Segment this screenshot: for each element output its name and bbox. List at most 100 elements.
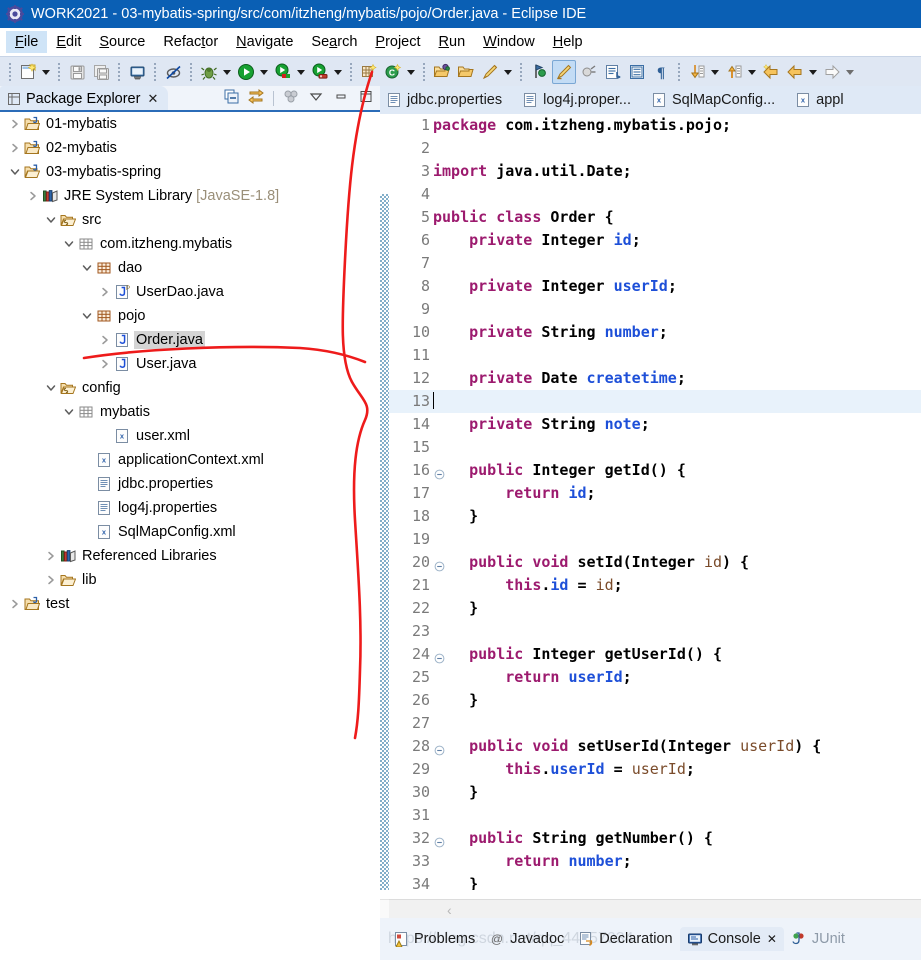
tree-item-sqlmapconfig-xml[interactable]: x SqlMapConfig.xml <box>0 520 380 544</box>
quick-fix-dropdown-icon[interactable] <box>502 61 513 83</box>
bottom-tab-declaration[interactable]: Declaration <box>571 927 679 951</box>
tree-item-02-mybatis[interactable]: 02-mybatis <box>0 136 380 160</box>
print-icon[interactable] <box>126 61 148 83</box>
tree-item-user-xml[interactable]: x user.xml <box>0 424 380 448</box>
next-edit-dropdown-icon[interactable] <box>709 61 720 83</box>
new-wizard-dropdown-icon[interactable] <box>40 61 51 83</box>
next-edit-icon[interactable] <box>686 61 708 83</box>
menu-item-file[interactable]: File <box>6 30 48 53</box>
maximize-icon[interactable] <box>358 89 374 107</box>
chevron-down-icon[interactable] <box>44 208 58 232</box>
run-dropdown-icon[interactable] <box>258 61 269 83</box>
code-line[interactable]: this.userId = userId; <box>433 758 921 781</box>
back-history-icon[interactable] <box>784 61 806 83</box>
save-icon[interactable] <box>66 61 88 83</box>
menu-item-run[interactable]: Run <box>430 31 475 53</box>
chevron-down-icon[interactable] <box>62 232 76 256</box>
tree-item-mybatis[interactable]: mybatis <box>0 400 380 424</box>
new-wizard-icon[interactable] <box>17 61 39 83</box>
quick-fix-icon[interactable] <box>479 61 501 83</box>
editor-tab-log4j-proper-[interactable]: log4j.proper... <box>516 86 645 114</box>
tree-item-lib[interactable]: lib <box>0 568 380 592</box>
menu-item-source[interactable]: Source <box>90 31 154 53</box>
tree-item-com-itzheng-mybatis[interactable]: com.itzheng.mybatis <box>0 232 380 256</box>
tree-item-applicationcontext-xml[interactable]: x applicationContext.xml <box>0 448 380 472</box>
view-menu-dots-icon[interactable] <box>283 89 299 107</box>
tree-item-test[interactable]: test <box>0 592 380 616</box>
bottom-tab-junit[interactable]: JUnit <box>784 927 852 951</box>
code-line[interactable]: import java.util.Date; <box>433 160 921 183</box>
close-icon[interactable]: ✕ <box>147 91 158 107</box>
show-whitespace-icon[interactable] <box>626 61 648 83</box>
code-line[interactable]: } <box>433 689 921 712</box>
minimize-icon[interactable] <box>333 89 349 107</box>
code-line[interactable]: private String number; <box>433 321 921 344</box>
code-line[interactable]: } <box>433 597 921 620</box>
back-icon[interactable] <box>760 61 782 83</box>
tree-item-config[interactable]: config <box>0 376 380 400</box>
view-menu-icon[interactable] <box>308 89 324 107</box>
collapse-all-icon[interactable] <box>224 89 239 107</box>
code-line[interactable]: return id; <box>433 482 921 505</box>
code-line[interactable]: private Integer id; <box>433 229 921 252</box>
scroll-left-chevron-icon[interactable]: ‹ <box>447 902 452 918</box>
close-icon[interactable]: ✕ <box>767 932 777 946</box>
chevron-right-icon[interactable] <box>8 592 22 616</box>
tree-item-referenced-libraries[interactable]: Referenced Libraries <box>0 544 380 568</box>
code-line[interactable]: } <box>433 505 921 528</box>
code-line[interactable]: public Integer getUserId() { <box>433 643 921 666</box>
tree-item-userdao-java[interactable]: P UserDao.java <box>0 280 380 304</box>
tree-item-01-mybatis[interactable]: 01-mybatis <box>0 112 380 136</box>
chevron-right-icon[interactable] <box>98 280 112 304</box>
tree-item-dao[interactable]: dao <box>0 256 380 280</box>
bottom-tab-javadoc[interactable]: @ Javadoc <box>482 927 571 951</box>
chevron-down-icon[interactable] <box>44 376 58 400</box>
bottom-tab-problems[interactable]: Problems <box>386 927 482 951</box>
code-line[interactable] <box>433 620 921 643</box>
chevron-right-icon[interactable] <box>8 136 22 160</box>
run-icon[interactable] <box>235 61 257 83</box>
code-line[interactable] <box>433 298 921 321</box>
menu-item-window[interactable]: Window <box>474 31 544 53</box>
code-line[interactable]: public class Order { <box>433 206 921 229</box>
menu-item-help[interactable]: Help <box>544 31 592 53</box>
code-line[interactable]: private Integer userId; <box>433 275 921 298</box>
link-icon[interactable] <box>578 61 600 83</box>
link-with-editor-icon[interactable] <box>248 89 264 107</box>
forward-dropdown-icon[interactable] <box>844 61 855 83</box>
code-line[interactable]: return number; <box>433 850 921 873</box>
menu-item-refactor[interactable]: Refactor <box>154 31 227 53</box>
run-external-tools-icon[interactable] <box>272 61 294 83</box>
new-java-package-icon[interactable] <box>358 61 380 83</box>
editor-horizontal-scrollbar[interactable]: ‹ <box>389 899 921 918</box>
code-line[interactable] <box>433 137 921 160</box>
code-line[interactable]: this.id = id; <box>433 574 921 597</box>
external-tools-dropdown-icon[interactable] <box>295 61 306 83</box>
menu-item-edit[interactable]: Edit <box>47 31 90 53</box>
editor-tab-appl[interactable]: x appl <box>789 86 857 114</box>
toggle-mark-occurrences-icon[interactable] <box>162 61 184 83</box>
tree-item-pojo[interactable]: pojo <box>0 304 380 328</box>
code-line[interactable] <box>433 390 921 413</box>
chevron-right-icon[interactable] <box>98 352 112 376</box>
chevron-right-icon[interactable] <box>44 544 58 568</box>
code-line[interactable] <box>433 252 921 275</box>
java-editor[interactable]: 1 2 3 4 5 6 7 8 9 10 11 12 13 14 15 16 17 18 19 20 21 22 23 24 2… <box>380 114 921 890</box>
run-coverage-icon[interactable] <box>309 61 331 83</box>
menu-item-navigate[interactable]: Navigate <box>227 31 302 53</box>
package-explorer-tab[interactable]: Package Explorer ✕ <box>0 86 169 112</box>
code-line[interactable]: return userId; <box>433 666 921 689</box>
code-line[interactable]: public void setUserId(Integer userId) { <box>433 735 921 758</box>
tree-item-jdbc-properties[interactable]: jdbc.properties <box>0 472 380 496</box>
chevron-down-icon[interactable] <box>80 304 94 328</box>
code-line[interactable]: private String note; <box>433 413 921 436</box>
editor-tab-sqlmapconfig-[interactable]: x SqlMapConfig... <box>645 86 789 114</box>
code-line[interactable]: public void setId(Integer id) { <box>433 551 921 574</box>
code-line[interactable]: public String getNumber() { <box>433 827 921 850</box>
tree-item-order-java[interactable]: Order.java <box>0 328 380 352</box>
code-line[interactable]: package com.itzheng.mybatis.pojo; <box>433 114 921 137</box>
chevron-down-icon[interactable] <box>62 400 76 424</box>
menu-item-search[interactable]: Search <box>302 31 366 53</box>
editor-code-content[interactable]: package com.itzheng.mybatis.pojo; import … <box>433 114 921 890</box>
code-line[interactable] <box>433 183 921 206</box>
